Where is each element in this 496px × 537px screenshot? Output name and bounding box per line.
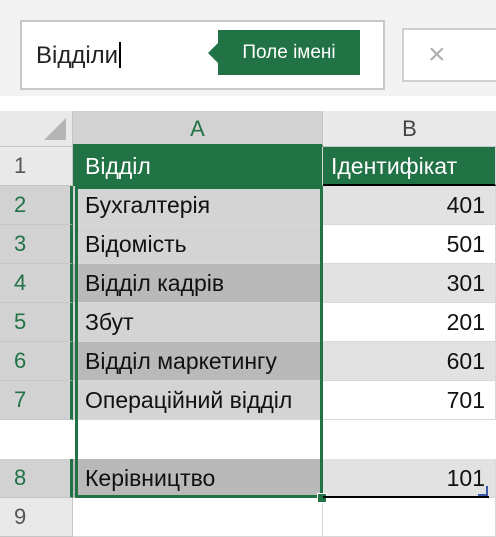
cell-b4[interactable]: 301 [323,264,496,303]
column-header-a[interactable]: A [73,111,323,147]
cell-a4[interactable]: Відділ кадрів [73,264,323,303]
row-header-1[interactable]: 1 [0,147,73,186]
cell-a6[interactable]: Відділ маркетингу [73,342,323,381]
cell-b6[interactable]: 601 [323,342,496,381]
row-header-3[interactable]: 3 [0,225,73,264]
row-header-8[interactable]: 8 [0,459,73,498]
cell-a7[interactable]: Операційний відділ [73,381,323,420]
name-box-value[interactable]: Відділи [36,42,122,70]
name-box-callout: Поле імені [208,30,360,75]
cell-b8[interactable]: 101 [323,459,496,498]
cell-a1[interactable]: Відділ [73,147,323,186]
row-header-6[interactable]: 6 [0,342,73,381]
fill-handle[interactable] [317,493,327,503]
cell-a2[interactable]: Бухгалтерія [73,186,323,225]
table-bottom-border [323,496,489,498]
cell-a9[interactable] [73,498,323,537]
cell-a3[interactable]: Відомість [73,225,323,264]
row-header-5[interactable]: 5 [0,303,73,342]
cell-b9[interactable] [323,498,496,537]
cancel-button[interactable]: × [402,28,496,82]
row-header-2[interactable]: 2 [0,186,73,225]
text-cursor [119,42,122,68]
select-all-triangle-icon [44,118,66,140]
column-header-b[interactable]: B [323,111,496,147]
row-header-7[interactable]: 7 [0,381,73,420]
cell-a8[interactable]: Керівництво [73,459,323,498]
cell-a5[interactable]: Збут [73,303,323,342]
cell-b2[interactable]: 401 [323,186,496,225]
cell-b7[interactable]: 701 [323,381,496,420]
table-resize-handle-icon[interactable] [478,486,488,496]
cell-b3[interactable]: 501 [323,225,496,264]
row-header-4[interactable]: 4 [0,264,73,303]
cell-b1[interactable]: Ідентифікат [323,147,496,186]
row-header-9[interactable]: 9 [0,498,73,537]
cell-b5[interactable]: 201 [323,303,496,342]
